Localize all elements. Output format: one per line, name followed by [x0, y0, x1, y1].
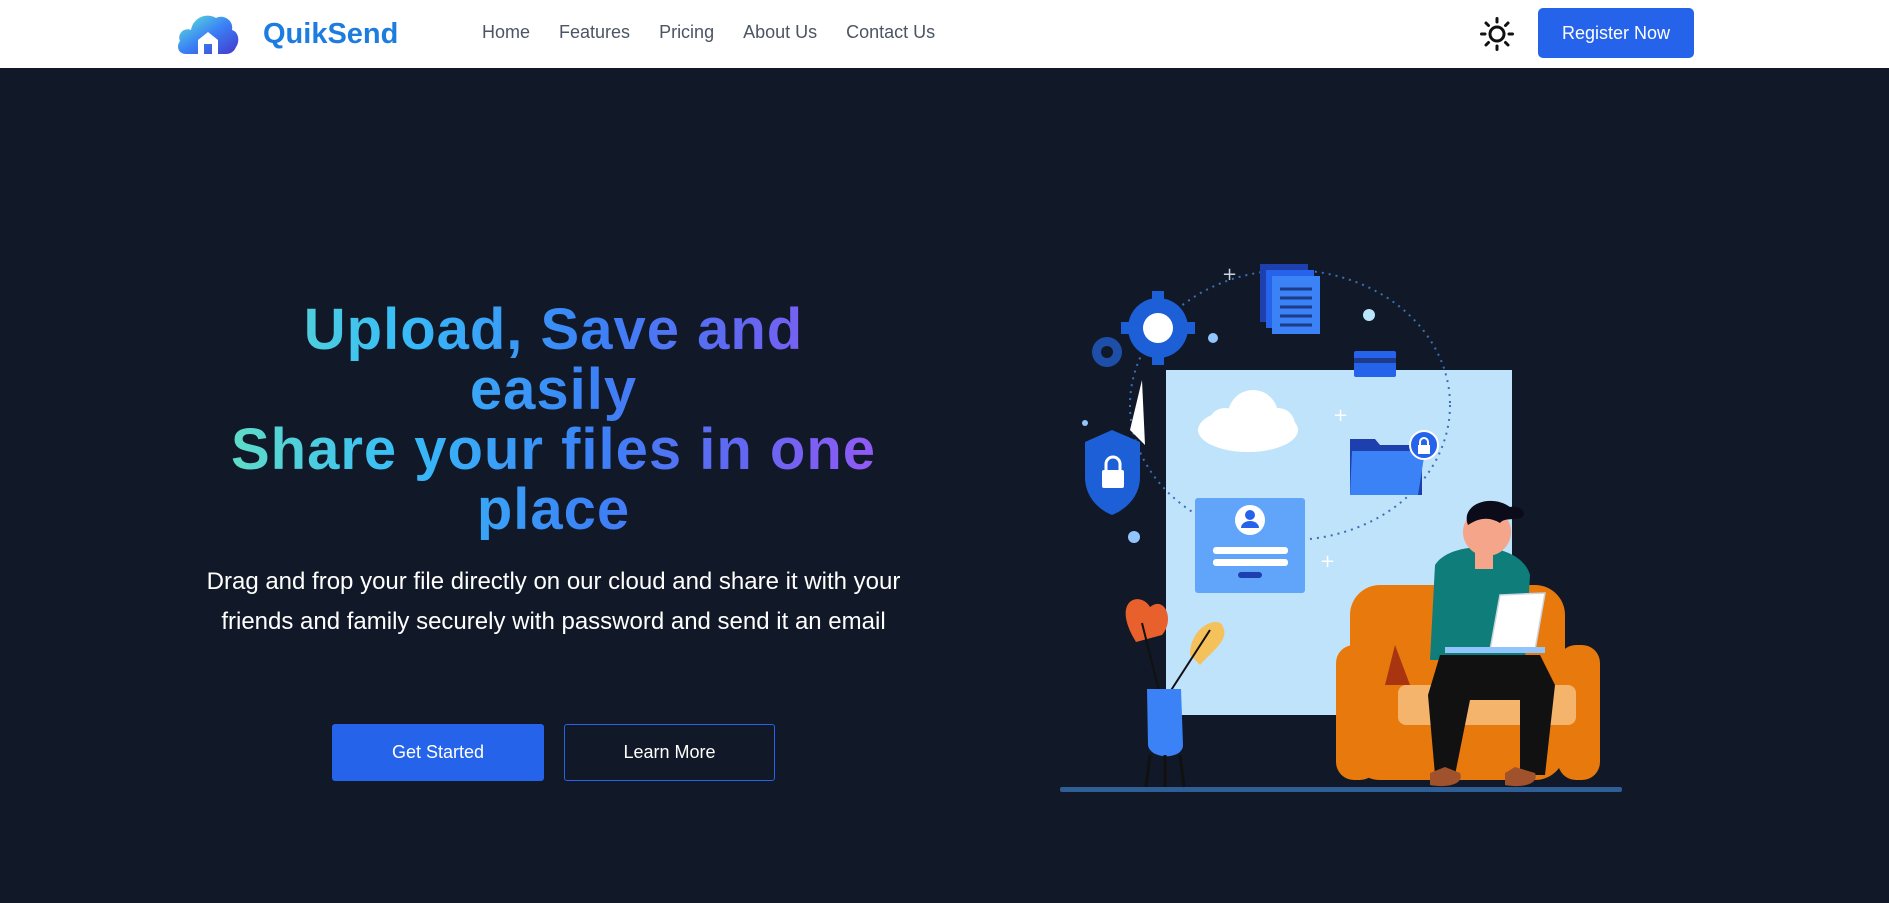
floor-line: [1060, 787, 1622, 792]
headline-line-1: Upload, Save and: [303, 297, 804, 362]
nav-contact-us[interactable]: Contact Us: [846, 22, 935, 43]
learn-more-button[interactable]: Learn More: [564, 724, 775, 781]
register-button[interactable]: Register Now: [1538, 8, 1694, 58]
cloud-house-logo-icon: [178, 15, 239, 54]
brand-name[interactable]: QuikSend: [263, 18, 398, 51]
sun-icon[interactable]: [1480, 17, 1514, 51]
nav-pricing[interactable]: Pricing: [659, 22, 714, 43]
headline-line-3: Share your files in one: [230, 417, 877, 482]
documents-icon: [1260, 264, 1320, 334]
headline-line-4: place: [476, 477, 631, 542]
nav-about-us[interactable]: About Us: [743, 22, 817, 43]
nav-links: Home Features Pricing About Us Contact U…: [482, 22, 964, 43]
shield-lock-icon: [1085, 380, 1145, 515]
navbar: QuikSend Home Features Pricing About Us …: [0, 0, 1889, 68]
nav-home[interactable]: Home: [482, 22, 530, 43]
hero-text: Upload, Save and easily Share your files…: [170, 300, 937, 642]
svg-text:+: +: [1333, 405, 1348, 426]
login-card-icon: [1195, 498, 1305, 593]
logo[interactable]: [176, 10, 240, 56]
svg-text:+: +: [1222, 264, 1237, 285]
card-icon: [1354, 351, 1396, 377]
hero-description: Drag and frop your file directly on our …: [206, 568, 901, 635]
nav-features[interactable]: Features: [559, 22, 630, 43]
headline-line-2: easily: [469, 357, 638, 422]
hero-headline: Upload, Save and easily Share your files…: [170, 300, 937, 540]
gear-icon: [1092, 291, 1195, 367]
hero-illustration: + + +: [1060, 264, 1622, 792]
get-started-button[interactable]: Get Started: [332, 724, 544, 781]
svg-text:+: +: [1320, 551, 1335, 572]
